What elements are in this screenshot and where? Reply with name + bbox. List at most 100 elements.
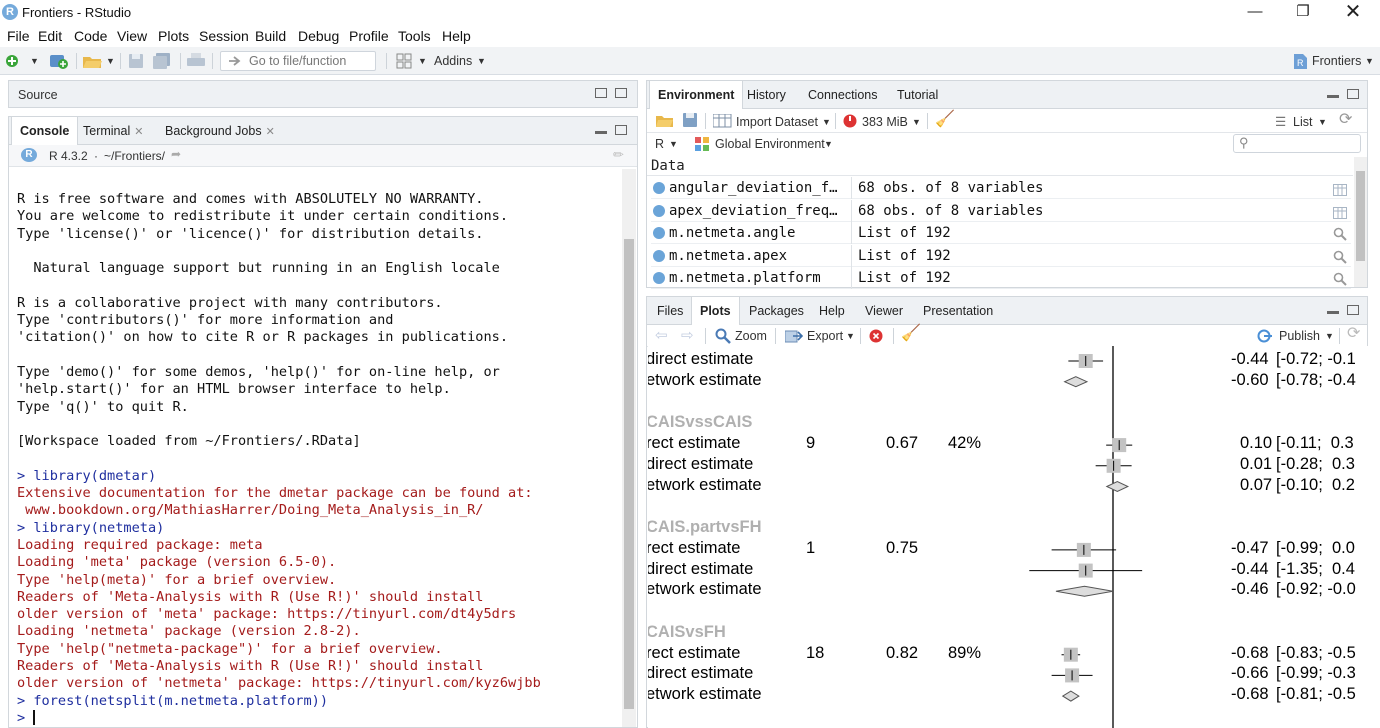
environment-search-input[interactable]: ⚲ — [1233, 134, 1361, 153]
table-icon[interactable] — [1333, 181, 1347, 196]
tab-packages[interactable]: Packages — [741, 297, 812, 325]
environment-row[interactable]: m.netmeta.angle List of 192 — [651, 222, 1351, 244]
panes-dropdown-icon[interactable]: ▼ — [418, 52, 427, 70]
tab-history[interactable]: History — [739, 81, 794, 109]
restore-pane-icon[interactable] — [615, 125, 627, 135]
refresh-icon[interactable]: ⟳ — [1339, 111, 1352, 129]
tab-presentation[interactable]: Presentation — [915, 297, 1001, 325]
tab-help[interactable]: Help — [811, 297, 853, 325]
working-directory[interactable]: ~/Frontiers/ — [104, 149, 165, 163]
open-file-dropdown-icon[interactable]: ▼ — [106, 52, 115, 70]
memory-usage-icon[interactable] — [843, 114, 857, 128]
close-icon[interactable]: ✕ — [1330, 0, 1376, 24]
memory-dropdown-icon[interactable]: ▼ — [912, 113, 921, 131]
open-file-icon[interactable] — [82, 53, 104, 69]
load-workspace-icon[interactable] — [655, 113, 675, 128]
clear-plots-icon[interactable]: 🧹 — [901, 325, 921, 343]
expand-object-icon[interactable] — [653, 272, 665, 284]
minimize-pane-icon[interactable] — [1327, 95, 1339, 98]
project-menu[interactable]: Frontiers — [1312, 52, 1361, 70]
view-mode-dropdown-icon[interactable]: ▼ — [1318, 113, 1327, 131]
language-dropdown-icon[interactable]: ▼ — [669, 135, 678, 153]
minimize-pane-icon[interactable] — [595, 131, 607, 134]
tab-background-jobs[interactable]: Background Jobs ✕ — [157, 117, 283, 145]
list-view-icon[interactable]: ☰ — [1275, 113, 1286, 131]
tab-viewer[interactable]: Viewer — [857, 297, 911, 325]
publish-icon[interactable] — [1257, 329, 1273, 343]
project-dropdown-icon[interactable]: ▼ — [1365, 52, 1374, 70]
next-plot-icon[interactable]: ⇨ — [681, 327, 694, 345]
export-icon[interactable] — [785, 329, 803, 343]
print-icon[interactable] — [187, 53, 205, 69]
goto-file-input[interactable]: Go to file/function — [220, 51, 376, 71]
scope-dropdown-icon[interactable]: ▼ — [824, 135, 833, 153]
magnifier-icon[interactable] — [1333, 249, 1347, 264]
menu-file[interactable]: File — [7, 28, 30, 44]
save-workspace-icon[interactable] — [683, 113, 697, 127]
publish-button[interactable]: Publish — [1279, 327, 1320, 345]
expand-object-icon[interactable] — [653, 204, 665, 217]
export-menu[interactable]: Export — [807, 327, 843, 345]
language-selector[interactable]: R — [655, 135, 664, 153]
console-scrollbar[interactable] — [622, 169, 636, 727]
workspace-panes-icon[interactable] — [396, 53, 412, 69]
expand-object-icon[interactable] — [653, 182, 665, 194]
new-file-icon[interactable] — [4, 53, 20, 69]
zoom-icon[interactable] — [715, 328, 731, 344]
menu-session[interactable]: Session — [199, 28, 249, 44]
broom-clear-icon[interactable]: 🧹 — [935, 111, 955, 129]
environment-row[interactable]: apex_deviation_freq… 68 obs. of 8 variabl… — [651, 199, 1351, 222]
new-file-dropdown-icon[interactable]: ▼ — [30, 52, 39, 70]
export-dropdown-icon[interactable]: ▼ — [846, 327, 855, 345]
menu-code[interactable]: Code — [74, 28, 107, 44]
menu-build[interactable]: Build — [255, 28, 286, 44]
save-icon[interactable] — [128, 53, 144, 69]
menu-debug[interactable]: Debug — [298, 28, 339, 44]
addins-menu[interactable]: Addins — [434, 52, 472, 70]
menu-plots[interactable]: Plots — [158, 28, 189, 44]
clear-console-icon[interactable]: ✏ — [613, 147, 624, 163]
restore-pane-icon[interactable] — [595, 88, 607, 98]
minimize-icon[interactable]: — — [1232, 0, 1278, 24]
menu-profile[interactable]: Profile — [349, 28, 389, 44]
remove-plot-icon[interactable] — [869, 329, 883, 343]
minimize-pane-icon[interactable] — [1327, 311, 1339, 314]
tab-console[interactable]: Console — [11, 117, 79, 145]
maximize-pane-icon[interactable] — [1347, 305, 1359, 315]
table-icon[interactable] — [1333, 204, 1347, 219]
menu-tools[interactable]: Tools — [398, 28, 431, 44]
console-output[interactable]: R is free software and comes with ABSOLU… — [17, 191, 617, 727]
publish-dropdown-icon[interactable]: ▼ — [1325, 327, 1334, 345]
environment-row[interactable]: m.netmeta.apex List of 192 — [651, 244, 1351, 267]
tab-terminal[interactable]: Terminal ✕ — [75, 117, 151, 145]
environment-scroll-thumb[interactable] — [1356, 171, 1365, 261]
import-dropdown-icon[interactable]: ▼ — [822, 113, 831, 131]
tab-plots[interactable]: Plots — [691, 297, 740, 325]
tab-tutorial[interactable]: Tutorial — [889, 81, 946, 109]
console-scroll-thumb[interactable] — [624, 239, 634, 709]
addins-dropdown-icon[interactable]: ▼ — [477, 52, 486, 70]
maximize-pane-icon[interactable] — [615, 88, 627, 98]
view-mode-dropdown[interactable]: List — [1293, 113, 1312, 131]
new-project-icon[interactable] — [48, 52, 70, 70]
close-tab-icon[interactable]: ✕ — [266, 126, 275, 138]
magnifier-icon[interactable] — [1333, 226, 1347, 241]
maximize-pane-icon[interactable] — [1347, 89, 1359, 99]
restore-icon[interactable]: ❐ — [1280, 0, 1326, 24]
menu-help[interactable]: Help — [442, 28, 471, 44]
expand-object-icon[interactable] — [653, 249, 665, 262]
memory-usage-label[interactable]: 383 MiB — [862, 113, 908, 131]
menu-edit[interactable]: Edit — [38, 28, 62, 44]
zoom-button[interactable]: Zoom — [735, 327, 767, 345]
import-dataset-icon[interactable] — [713, 114, 733, 128]
environment-scope-dropdown[interactable]: Global Environment — [715, 135, 825, 153]
expand-object-icon[interactable] — [653, 227, 665, 239]
go-to-directory-icon[interactable]: ➦ — [171, 147, 181, 161]
menu-view[interactable]: View — [117, 28, 147, 44]
environment-row[interactable]: angular_deviation_f… 68 obs. of 8 variabl… — [651, 177, 1351, 199]
refresh-plot-icon[interactable]: ⟳ — [1347, 325, 1360, 343]
save-all-icon[interactable] — [153, 53, 171, 69]
tab-files[interactable]: Files — [649, 297, 691, 325]
close-tab-icon[interactable]: ✕ — [134, 126, 143, 138]
tab-connections[interactable]: Connections — [800, 81, 886, 109]
